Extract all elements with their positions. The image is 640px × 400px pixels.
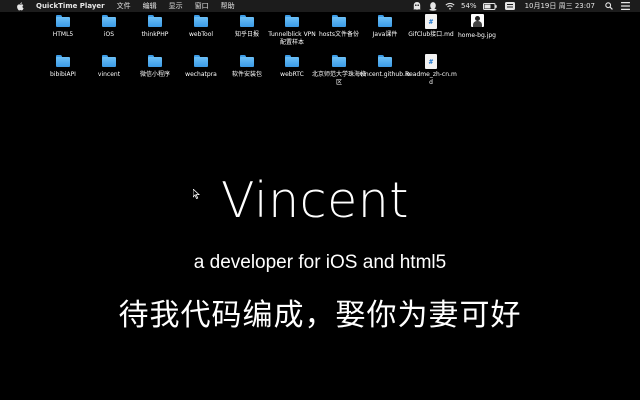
folder-icon	[378, 15, 392, 27]
icon-label: home-bg.jpg	[458, 32, 496, 39]
folder-icon	[378, 55, 392, 67]
menu-view[interactable]: 显示	[163, 0, 189, 12]
desktop-file-home-bg[interactable]: home-bg.jpg	[450, 14, 504, 40]
folder-icon	[194, 55, 208, 67]
list-icon[interactable]	[617, 0, 634, 12]
icon-label: Readme_zh-cn.md	[405, 71, 457, 86]
icon-label: Tunnelblick VPN 配置样本	[268, 31, 316, 46]
folder-icon	[240, 15, 254, 27]
folder-icon	[332, 55, 346, 67]
menu-help[interactable]: 帮助	[215, 0, 241, 12]
apple-icon[interactable]	[10, 1, 30, 11]
desktop-folder-webrtc[interactable]: webRTC	[265, 55, 319, 79]
menu-edit[interactable]: 编辑	[137, 0, 163, 12]
page-subtitle: a developer for iOS and html5	[193, 252, 447, 273]
menu-file[interactable]: 文件	[111, 0, 137, 12]
folder-icon	[102, 15, 116, 27]
icon-label: webRTC	[280, 71, 304, 78]
search-icon[interactable]	[601, 0, 617, 12]
folder-icon	[285, 55, 299, 67]
ghost-icon[interactable]	[409, 0, 425, 12]
page-title: Vincent	[221, 172, 409, 229]
battery-icon[interactable]	[479, 0, 501, 12]
app-menu[interactable]: QuickTime Player	[30, 0, 111, 12]
menubar-clock[interactable]: 10月19日 周三 23:07	[519, 0, 601, 12]
wifi-icon[interactable]	[441, 0, 459, 12]
menu-bar: QuickTime Player 文件 编辑 显示 窗口 帮助 54% 10月1…	[0, 0, 640, 12]
menu-window[interactable]: 窗口	[189, 0, 215, 12]
image-file-icon	[470, 14, 484, 27]
folder-icon	[148, 15, 162, 27]
folder-icon	[56, 55, 70, 67]
battery-percent: 54%	[461, 2, 477, 10]
qq-icon[interactable]	[425, 0, 441, 12]
folder-icon	[194, 15, 208, 27]
keyboard-icon[interactable]	[501, 0, 519, 12]
folder-icon	[332, 15, 346, 27]
page-slogan: 待我代码编成，娶你为妻可好	[118, 298, 522, 333]
folder-icon	[240, 55, 254, 67]
folder-icon	[148, 55, 162, 67]
markdown-file-icon: #	[425, 54, 437, 69]
folder-icon	[56, 15, 70, 27]
folder-icon	[102, 55, 116, 67]
desktop-folder-tunnelblick[interactable]: Tunnelblick VPN 配置样本	[265, 15, 319, 47]
folder-icon	[285, 15, 299, 27]
markdown-file-icon: #	[425, 14, 437, 29]
desktop-file-readme-zh-cn[interactable]: # Readme_zh-cn.md	[404, 54, 458, 87]
